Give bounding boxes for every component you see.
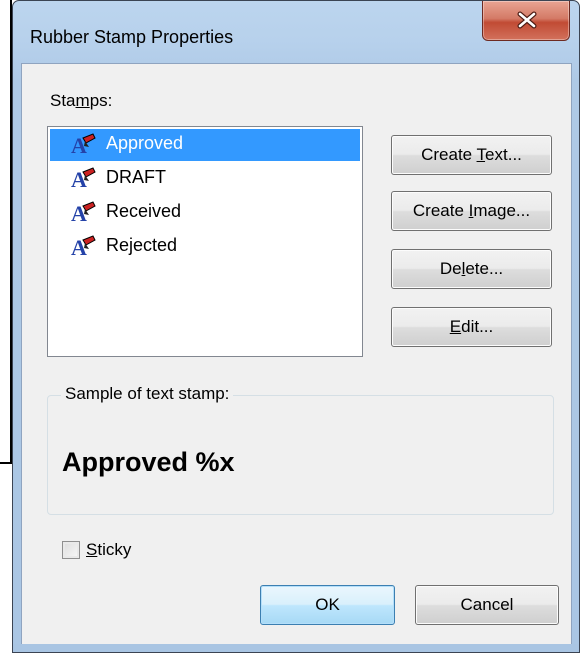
stamps-label-mnemonic: m [75,91,90,110]
list-item-label: Approved [106,133,184,153]
button-label-part: ext... [485,145,522,164]
stamps-label-part: ps: [89,91,113,110]
sticky-checkbox[interactable] [62,541,80,559]
list-item-label: Rejected [106,235,178,255]
dialog-title: Rubber Stamp Properties [30,27,234,47]
create-text-button[interactable]: Create Text... [391,135,552,175]
sticky-label[interactable]: Sticky [86,540,131,560]
button-label-part: dit... [461,317,494,336]
create-image-button[interactable]: Create Image... [391,191,552,231]
list-item-draft[interactable]: A DRAFT [50,163,360,195]
edit-button[interactable]: Edit... [391,307,552,347]
dialog-client-area: Stamps: A Approved A DRAFT A Received A … [21,63,572,645]
list-item-rejected[interactable]: A Rejected [50,231,360,263]
sticky-label-mnemonic: S [86,540,98,559]
list-item-label: Received [106,201,182,221]
window-bottom-frame [13,644,579,652]
list-item-label: DRAFT [106,167,166,187]
rubber-stamp-icon: A [70,234,98,263]
stamps-label-part: Sta [50,91,76,110]
button-label-mnemonic: E [449,317,462,336]
rubber-stamp-icon: A [70,166,98,195]
background-window-edge [0,0,12,464]
stamps-listbox[interactable]: A Approved A DRAFT A Received A Rejected [47,126,363,357]
ok-button[interactable]: OK [260,585,395,625]
button-label-mnemonic: T [476,145,486,164]
ok-button-label: OK [315,595,340,614]
list-item-received[interactable]: A Received [50,197,360,229]
sample-stamp-text: Approved %x [62,447,235,477]
sample-legend: Sample of text stamp: [61,384,234,404]
close-x-icon [517,11,537,29]
stamps-label: Stamps: [50,91,112,111]
close-button[interactable] [482,1,570,41]
button-label-part: ete... [465,259,504,278]
rubber-stamp-icon: A [70,200,98,229]
sticky-label-part: ticky [97,540,132,559]
rubber-stamp-properties-dialog: Rubber Stamp Properties Stamps: A Approv… [12,0,580,653]
cancel-button-label: Cancel [460,595,514,614]
button-label-part: mage... [473,201,531,220]
delete-button[interactable]: Delete... [391,249,552,289]
button-label-part: De [439,259,462,278]
button-label-part: Create [412,201,469,220]
sample-groupbox: Sample of text stamp: Approved %x [47,384,554,515]
cancel-button[interactable]: Cancel [415,585,559,625]
list-item-approved[interactable]: A Approved [50,129,360,161]
rubber-stamp-icon: A [70,132,98,161]
button-label-part: Create [421,145,477,164]
